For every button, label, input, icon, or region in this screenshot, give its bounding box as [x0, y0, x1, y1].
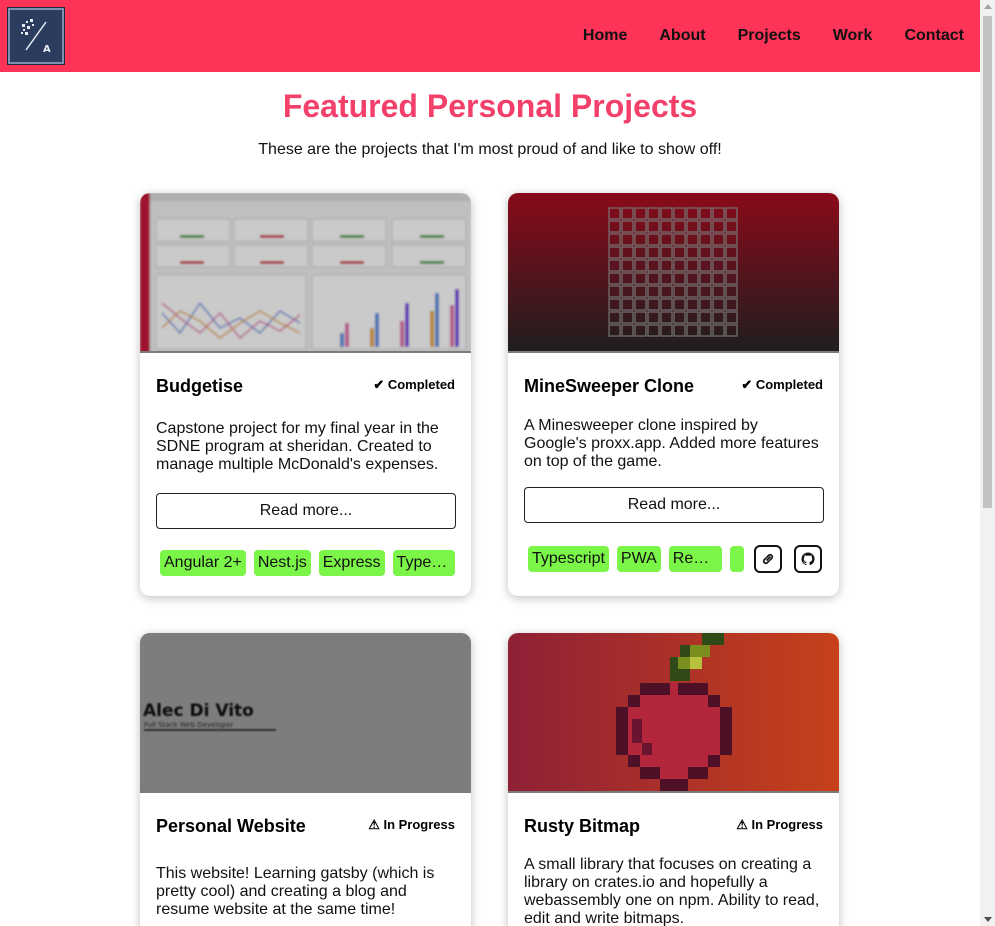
project-card-budgetise: Budgetise ✔ Completed Capstone project f…	[140, 193, 471, 596]
project-title: Personal Website	[156, 816, 306, 836]
tag: Nest.js	[253, 550, 311, 576]
tag-list: Typescript PWA React…	[528, 546, 744, 572]
project-card-rusty-bitmap: Rusty Bitmap ⚠ In Progress A small libra…	[508, 633, 839, 926]
project-title: Budgetise	[156, 376, 244, 396]
project-title: MineSweeper Clone	[524, 376, 695, 396]
project-title: Rusty Bitmap	[524, 816, 641, 836]
project-image-rusty-bitmap[interactable]	[508, 633, 839, 793]
alec-logo-icon[interactable]: A	[7, 7, 65, 65]
status-badge: ⚠ In Progress	[368, 817, 455, 832]
tag: Typescript	[528, 546, 609, 572]
nav-home[interactable]: Home	[583, 26, 627, 46]
tag: Angular 2+	[160, 550, 246, 576]
nav-projects[interactable]: Projects	[733, 26, 805, 46]
site-header: A Home About Projects Work Contact	[0, 0, 980, 72]
hero-role-text: Full Stack Web Developer	[144, 721, 233, 729]
project-description: A small library that focuses on creating…	[524, 856, 820, 926]
hero-name-text: Alec Di Vito	[143, 701, 254, 721]
project-description: A Minesweeper clone inspired by Google's…	[524, 417, 819, 470]
read-more-button[interactable]: Read more...	[524, 487, 824, 523]
project-description: Capstone project for my final year in th…	[156, 420, 439, 473]
project-image-minesweeper[interactable]	[508, 193, 839, 353]
main-nav: Home About Projects Work Contact	[551, 26, 964, 46]
page-subtitle: These are the projects that I'm most pro…	[258, 141, 722, 158]
status-badge: ⚠ In Progress	[736, 817, 823, 832]
tag	[730, 546, 744, 572]
scrollbar-thumb[interactable]	[983, 16, 992, 508]
scroll-up-icon[interactable]	[984, 4, 992, 9]
tag: Type…	[392, 550, 455, 576]
status-badge: ✔ Completed	[741, 377, 823, 392]
tag: Express	[318, 550, 385, 576]
tag-list: Angular 2+ Nest.js Express Type…	[160, 550, 456, 576]
status-badge: ✔ Completed	[373, 377, 455, 392]
page: A Home About Projects Work Contact Featu…	[0, 0, 980, 926]
scroll-down-icon[interactable]	[984, 917, 992, 922]
nav-work[interactable]: Work	[833, 26, 873, 46]
page-title: Featured Personal Projects	[282, 88, 698, 124]
nav-contact[interactable]: Contact	[904, 26, 964, 46]
link-icon[interactable]	[754, 545, 782, 573]
project-description: This website! Learning gatsby (which is …	[156, 865, 435, 918]
read-more-button[interactable]: Read more...	[156, 493, 456, 529]
project-card-minesweeper: MineSweeper Clone ✔ Completed A Mineswee…	[508, 193, 839, 596]
tag: PWA	[616, 546, 661, 572]
project-image-personal-website[interactable]: Alec Di Vito Full Stack Web Developer	[140, 633, 471, 793]
github-icon[interactable]	[794, 545, 822, 573]
svg-text:A: A	[43, 44, 51, 55]
vertical-scrollbar[interactable]	[980, 0, 995, 926]
tag: React…	[668, 546, 723, 572]
nav-about[interactable]: About	[659, 26, 705, 46]
project-image-budgetise[interactable]	[140, 193, 471, 353]
project-card-personal-website: Alec Di Vito Full Stack Web Developer Pe…	[140, 633, 471, 926]
